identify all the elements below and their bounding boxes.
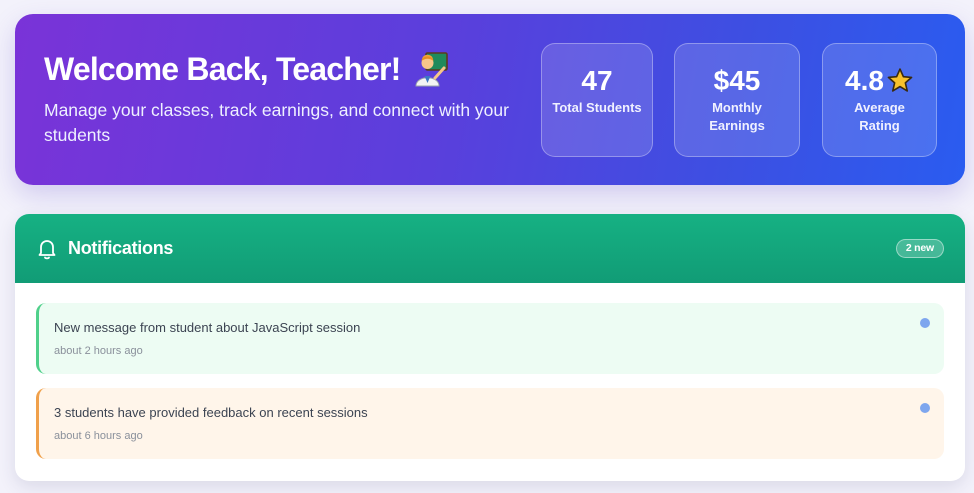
stat-value: 47 <box>581 65 613 96</box>
stat-value: $45 <box>713 65 761 96</box>
notification-message: New message from student about JavaScrip… <box>54 320 361 335</box>
unread-dot-icon <box>920 318 930 328</box>
bell-icon <box>38 240 56 260</box>
notifications-title: Notifications <box>68 238 174 258</box>
notification-time: about 6 hours ago <box>54 430 143 442</box>
new-count-badge: 2 new <box>895 239 944 258</box>
notifications-header: Notifications 2 new <box>15 214 965 283</box>
notification-message: 3 students have provided feedback on rec… <box>54 405 368 420</box>
welcome-heading: Welcome Back, Teacher! <box>44 50 449 88</box>
stat-average-rating: 4.8 Average Rating <box>822 43 937 157</box>
star-icon <box>887 68 913 92</box>
unread-dot-icon <box>920 403 930 413</box>
notifications-panel: Notifications 2 new New message from stu… <box>15 214 965 481</box>
stat-total-students: 47 Total Students <box>541 43 653 157</box>
welcome-title: Welcome Back, Teacher! <box>44 50 401 87</box>
stat-label: Total Students <box>552 100 642 115</box>
stat-monthly-earnings: $45 Monthly Earnings <box>674 43 800 157</box>
teacher-icon <box>414 52 448 87</box>
stat-label: Average Rating <box>854 100 905 133</box>
notification-item[interactable]: New message from student about JavaScrip… <box>36 303 944 374</box>
notification-item[interactable]: 3 students have provided feedback on rec… <box>36 388 944 459</box>
notification-time: about 2 hours ago <box>54 345 143 357</box>
stat-value: 4.8 <box>845 65 884 96</box>
welcome-banner: Welcome Back, Teacher! Manage your class… <box>15 14 965 185</box>
stat-label: Monthly Earnings <box>709 100 765 133</box>
stat-value-row: 4.8 <box>823 66 936 96</box>
welcome-subtitle: Manage your classes, track earnings, and… <box>44 100 509 145</box>
